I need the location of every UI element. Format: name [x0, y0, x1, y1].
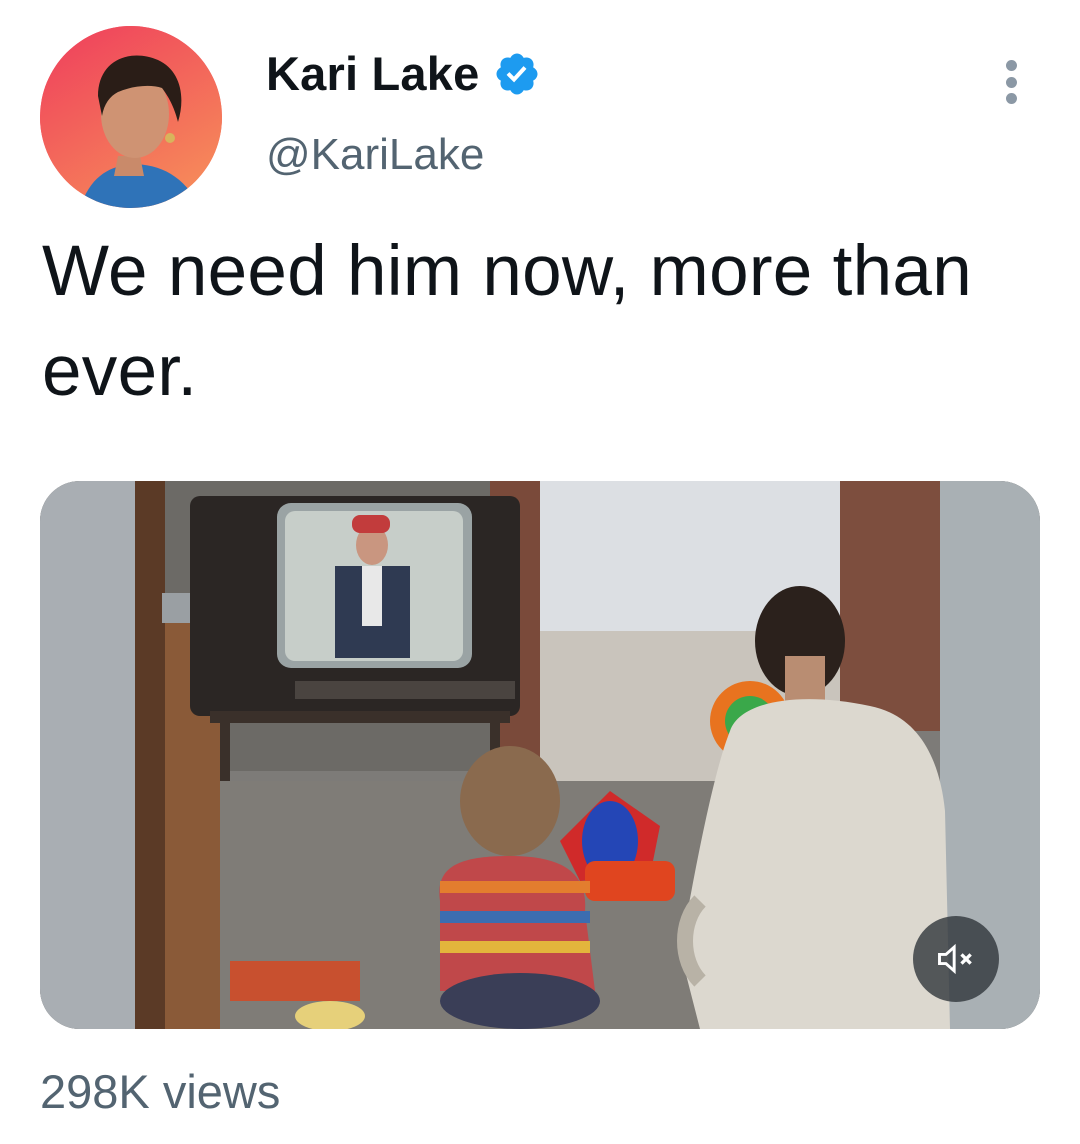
- author-handle[interactable]: @KariLake: [266, 130, 484, 180]
- more-dot: [1005, 76, 1017, 88]
- more-dot: [1005, 93, 1017, 104]
- author-name[interactable]: Kari Lake: [266, 46, 479, 101]
- mute-button[interactable]: [913, 916, 999, 1002]
- video-player[interactable]: [40, 481, 1040, 1029]
- more-dot: [1005, 60, 1017, 71]
- tweet-text: We need him now, more than ever.: [42, 232, 973, 411]
- verified-badge-icon[interactable]: [493, 50, 541, 98]
- avatar[interactable]: [40, 26, 222, 208]
- author-row: Kari Lake: [266, 46, 541, 101]
- avatar-image: [40, 26, 222, 208]
- view-count: 298K views: [40, 1065, 281, 1118]
- more-options-icon[interactable]: [996, 60, 1026, 104]
- video-frame: [40, 481, 1040, 1029]
- volume-muted-icon: [938, 943, 972, 975]
